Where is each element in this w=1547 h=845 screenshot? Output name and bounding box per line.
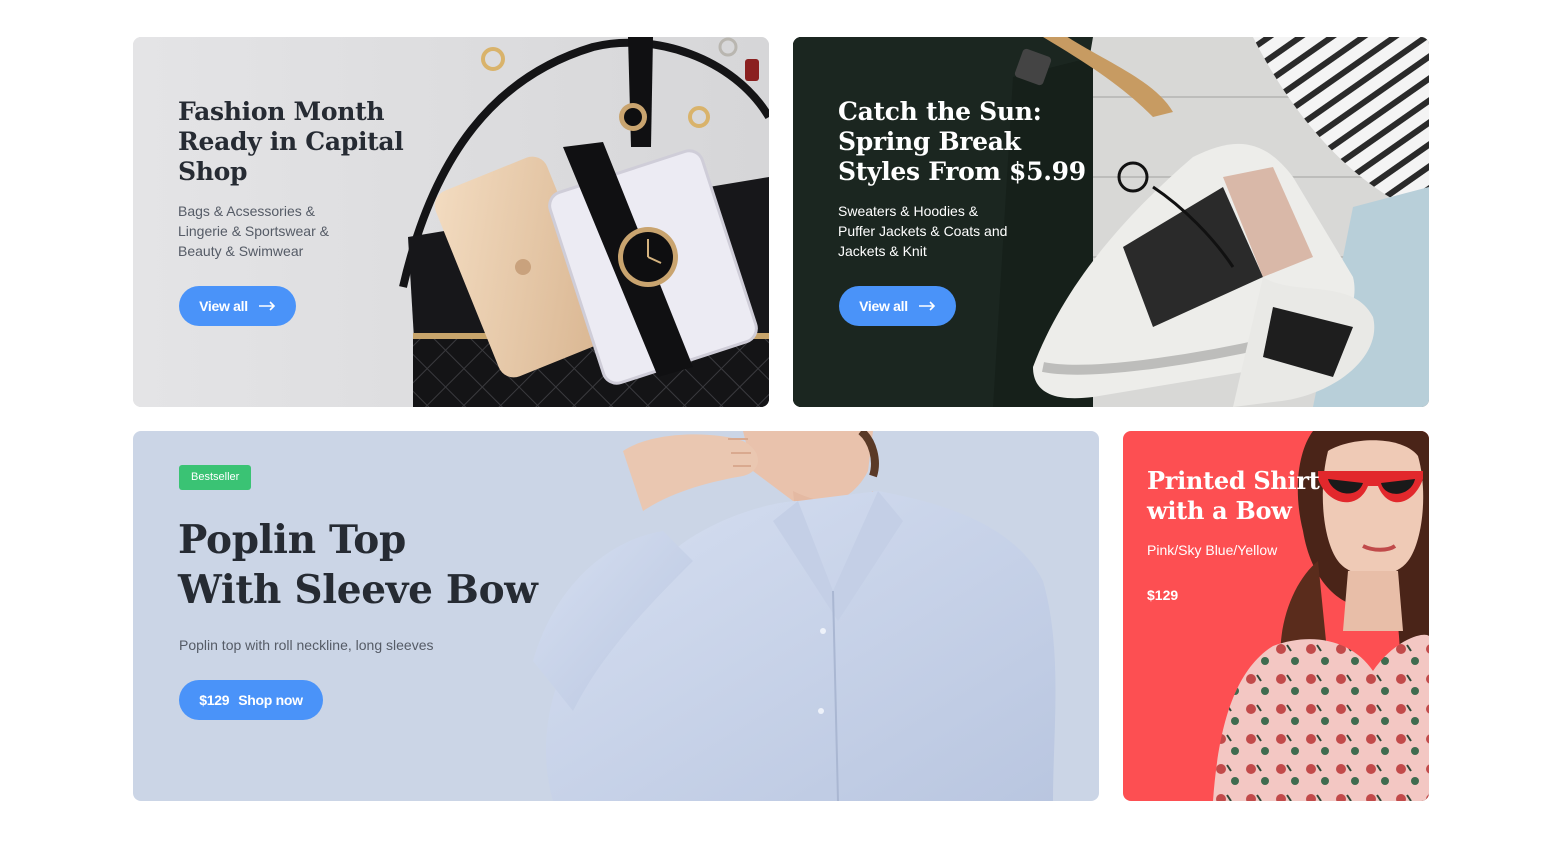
colors-text: Pink/Sky Blue/Yellow bbox=[1147, 542, 1278, 558]
banner-title: Poplin Top With Sleeve Bow bbox=[178, 515, 538, 615]
color-options: Pink/Sky Blue/Yellow bbox=[1147, 540, 1277, 560]
arrow-right-icon bbox=[918, 301, 935, 311]
title-line: Fashion Month bbox=[178, 97, 385, 126]
shop-now-button[interactable]: $129 Shop now bbox=[179, 680, 323, 720]
banner-subtitle: Sweaters & Hoodies & Puffer Jackets & Co… bbox=[838, 201, 1007, 261]
banner-poplin-top[interactable]: Bestseller Poplin Top With Sleeve Bow Po… bbox=[133, 431, 1099, 801]
woman-blue-shirt-photo bbox=[533, 431, 1056, 801]
title-line: With Sleeve Bow bbox=[178, 567, 538, 613]
subtitle-line: Sweaters & Hoodies & bbox=[838, 203, 979, 219]
description-text: Poplin top with roll neckline, long slee… bbox=[179, 637, 434, 653]
banner-title: Fashion Month Ready in Capital Shop bbox=[178, 97, 404, 187]
banner-catch-the-sun[interactable]: Catch the Sun: Spring Break Styles From … bbox=[793, 37, 1429, 407]
banner-fashion-month[interactable]: Fashion Month Ready in Capital Shop Bags… bbox=[133, 37, 769, 407]
view-all-button[interactable]: View all bbox=[839, 286, 956, 326]
banner-title: Printed Shirt with a Bow bbox=[1147, 466, 1320, 526]
title-line: Printed Shirt bbox=[1147, 466, 1320, 495]
button-label: Shop now bbox=[238, 692, 303, 708]
badge-label: Bestseller bbox=[191, 471, 240, 483]
button-label: View all bbox=[199, 298, 248, 314]
title-line: Spring Break bbox=[838, 127, 1021, 156]
subtitle-line: Puffer Jackets & Coats and bbox=[838, 223, 1008, 239]
subtitle-line: Bags & Acsessories & bbox=[178, 203, 315, 219]
title-line: with a Bow bbox=[1147, 496, 1292, 525]
price-label: $129 bbox=[199, 692, 230, 708]
title-line: Catch the Sun: bbox=[838, 97, 1042, 126]
title-line: Poplin Top bbox=[178, 517, 406, 563]
price-text: $129 bbox=[1147, 587, 1179, 603]
subtitle-line: Beauty & Swimwear bbox=[178, 243, 304, 259]
banner-subtitle: Bags & Acsessories & Lingerie & Sportswe… bbox=[178, 201, 329, 261]
subtitle-line: Jackets & Knit bbox=[838, 243, 927, 259]
subtitle-line: Lingerie & Sportswear & bbox=[178, 223, 329, 239]
bestseller-badge: Bestseller bbox=[179, 465, 252, 490]
price-label: $129 bbox=[1147, 585, 1178, 605]
view-all-button[interactable]: View all bbox=[179, 286, 296, 326]
arrow-right-icon bbox=[258, 301, 275, 311]
banner-description: Poplin top with roll neckline, long slee… bbox=[179, 635, 433, 655]
title-line: Shop bbox=[178, 157, 248, 186]
title-line: Ready in Capital bbox=[178, 127, 404, 156]
banner-printed-shirt[interactable]: Printed Shirt with a Bow Pink/Sky Blue/Y… bbox=[1123, 431, 1429, 801]
banner-title: Catch the Sun: Spring Break Styles From … bbox=[838, 97, 1086, 187]
title-line: Styles From $5.99 bbox=[838, 157, 1086, 186]
button-label: View all bbox=[859, 298, 908, 314]
